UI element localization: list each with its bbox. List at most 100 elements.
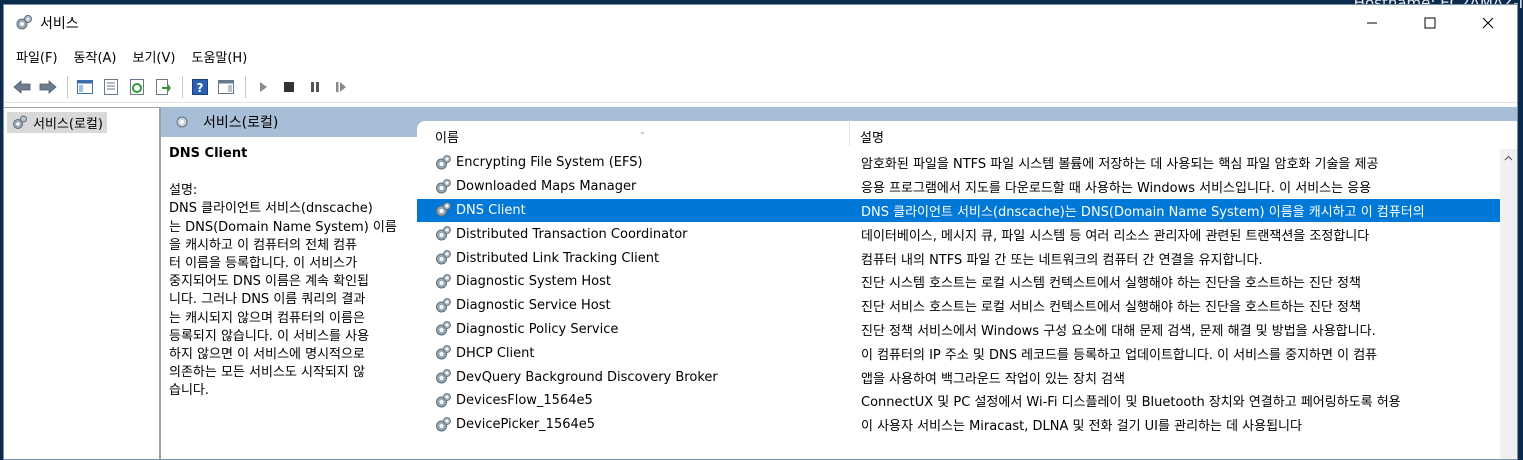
close-icon (1482, 17, 1494, 29)
properties-icon (104, 78, 118, 95)
service-name-cell: Distributed Transaction Coordinator (417, 224, 849, 244)
service-description: 이 컴퓨터의 IP 주소 및 DNS 레코드를 등록하고 업데이트합니다. 이 … (861, 347, 1378, 363)
back-button[interactable] (10, 75, 34, 99)
service-row[interactable]: Downloaded Maps Manager 응용 프로그램에서 지도를 다운로… (417, 175, 1517, 199)
svg-text:?: ? (197, 81, 204, 95)
service-name: DevicePicker_1564e5 (456, 417, 596, 433)
toolbar-separator (245, 75, 246, 98)
toolbar-separator (67, 75, 68, 98)
forward-button[interactable] (36, 75, 60, 99)
service-name-cell: Diagnostic Policy Service (417, 319, 849, 339)
service-name-cell: Diagnostic Service Host (417, 296, 849, 316)
services-window: 서비스 파일(F) 동작(A) 보기(V) 도움말(H) ? 서비스(로컬) 서… (3, 4, 1518, 460)
title-bar[interactable]: 서비스 (4, 5, 1517, 41)
services-pane: 서비스(로컬) DNS Client 설명: DNS 클라이언트 서비스(dns… (160, 107, 1517, 459)
column-header-name[interactable]: 이름 (417, 127, 849, 146)
arrow-left-icon (13, 79, 31, 94)
service-description: 응용 프로그램에서 지도를 다운로드할 때 사용하는 Windows 서비스입니… (861, 181, 1372, 197)
service-name-cell: Diagnostic System Host (417, 272, 849, 292)
scroll-up-button[interactable] (1500, 149, 1517, 166)
play-icon (260, 81, 267, 92)
service-row[interactable]: DNS Client DNS 클라이언트 서비스(dnscache)는 DNS(D… (417, 198, 1517, 223)
service-row[interactable]: DevicePicker_1564e5 이 사용자 서비스는 Miracast, … (417, 413, 1517, 437)
service-name: Diagnostic Service Host (456, 298, 611, 314)
toolbar: ? (4, 71, 1517, 103)
tree-node-label: 서비스(로컬) (33, 117, 103, 132)
stop-service-button[interactable] (277, 75, 301, 99)
refresh-button[interactable] (125, 75, 149, 99)
services-gear-icon (16, 15, 32, 30)
arrow-right-icon (39, 79, 57, 94)
stop-icon (284, 81, 294, 92)
service-name: Distributed Link Tracking Client (456, 250, 660, 266)
service-row[interactable]: Encrypting File System (EFS) 암호화된 파일을 NTF… (417, 151, 1517, 175)
service-row[interactable]: Diagnostic Service Host 진단 서비스 호스트는 로컬 서비… (417, 294, 1517, 318)
description-line: 는 DNS(Domain Name System) 이름 (169, 219, 397, 235)
service-gear-icon (436, 250, 451, 265)
description-label: 설명: (169, 183, 198, 199)
service-row[interactable]: Diagnostic Policy Service 진단 정책 서비스에서 Win… (417, 318, 1517, 342)
service-row[interactable]: Distributed Link Tracking Client 컴퓨터 내의 N… (417, 246, 1517, 270)
menu-action[interactable]: 동작(A) (68, 43, 123, 70)
window-title: 서비스 (40, 16, 79, 32)
service-description: 데이터베이스, 메시지 큐, 파일 시스템 등 여러 리소스 관리자에 관련된 … (861, 228, 1370, 244)
service-name-cell: DHCP Client (417, 343, 849, 363)
service-name-cell: Downloaded Maps Manager (417, 177, 849, 197)
description-line: 등록되지 않습니다. 이 서비스를 사용 (169, 328, 370, 344)
console-tree-button[interactable] (73, 75, 97, 99)
service-name-cell: DevQuery Background Discovery Broker (417, 367, 849, 387)
maximize-button[interactable] (1401, 5, 1459, 41)
start-service-button[interactable] (251, 75, 275, 99)
help-button[interactable]: ? (188, 75, 212, 99)
export-list-button[interactable] (151, 75, 175, 99)
service-rows: Encrypting File System (EFS) 암호화된 파일을 NTF… (417, 151, 1517, 437)
service-row[interactable]: DHCP Client 이 컴퓨터의 IP 주소 및 DNS 레코드를 등록하고 … (417, 341, 1517, 365)
service-name-cell: DevicePicker_1564e5 (417, 415, 849, 435)
pause-service-button[interactable] (303, 75, 327, 99)
sort-indicator-icon: ⌄ (639, 127, 646, 136)
close-button[interactable] (1459, 5, 1517, 41)
service-name: Diagnostic System Host (456, 274, 612, 290)
vertical-scrollbar[interactable] (1500, 149, 1517, 459)
service-row[interactable]: Distributed Transaction Coordinator 데이터베이… (417, 222, 1517, 246)
list-header: 이름 설명 (417, 120, 1517, 151)
action-pane-icon (218, 79, 234, 94)
services-search-icon (176, 116, 188, 128)
menu-file[interactable]: 파일(F) (10, 43, 64, 70)
show-hide-action-pane-button[interactable] (214, 75, 238, 99)
menu-view[interactable]: 보기(V) (127, 43, 182, 70)
refresh-icon (130, 78, 144, 95)
service-gear-icon (436, 178, 451, 194)
toolbar-separator (182, 75, 183, 98)
services-list: ⌄ 이름 설명 Encrypting File System (EFS) 암호화된… (417, 120, 1517, 459)
properties-button[interactable] (99, 75, 123, 99)
service-description: DNS 클라이언트 서비스(dnscache)는 DNS(Domain Name… (861, 204, 1425, 220)
service-row[interactable]: Diagnostic System Host 진단 시스템 호스트는 로컬 시스템… (417, 270, 1517, 294)
services-gear-icon (13, 115, 27, 129)
description-line: 니다. 그러나 DNS 이름 쿼리의 결과 (169, 292, 366, 308)
service-name: Encrypting File System (EFS) (456, 155, 643, 171)
service-description: 암호화된 파일을 NTFS 파일 시스템 볼륨에 저장하는 데 사용되는 핵심 … (861, 157, 1379, 173)
service-gear-icon (436, 321, 451, 336)
service-name: Downloaded Maps Manager (456, 179, 637, 195)
service-name: DevicesFlow_1564e5 (456, 393, 593, 409)
tree-node-services-local[interactable]: 서비스(로컬) (7, 112, 107, 133)
service-name-cell: Distributed Link Tracking Client (417, 248, 849, 268)
service-description: 진단 서비스 호스트는 로컬 서비스 컨텍스트에서 실행해야 하는 진단을 호스… (861, 300, 1361, 316)
service-gear-icon (436, 416, 451, 432)
service-gear-icon (436, 226, 451, 241)
service-name: Diagnostic Policy Service (456, 321, 619, 337)
minimize-icon (1367, 22, 1377, 24)
menu-help[interactable]: 도움말(H) (185, 43, 253, 70)
service-row[interactable]: DevQuery Background Discovery Broker 앱을 사… (417, 365, 1517, 389)
service-row[interactable]: DevicesFlow_1564e5 ConnectUX 및 PC 설정에서 Wi… (417, 389, 1517, 413)
export-icon (156, 78, 171, 95)
description-line: 하지 않으면 이 서비스에 명시적으로 (169, 347, 365, 363)
restart-service-button[interactable] (329, 75, 353, 99)
service-name: DevQuery Background Discovery Broker (456, 369, 718, 385)
console-tree-icon (77, 79, 93, 94)
minimize-button[interactable] (1343, 5, 1401, 41)
column-header-description[interactable]: 설명 (850, 127, 1517, 146)
console-tree: 서비스(로컬) (4, 107, 160, 459)
extended-description-panel: DNS Client 설명: DNS 클라이언트 서비스(dnscache) 는… (161, 137, 416, 459)
